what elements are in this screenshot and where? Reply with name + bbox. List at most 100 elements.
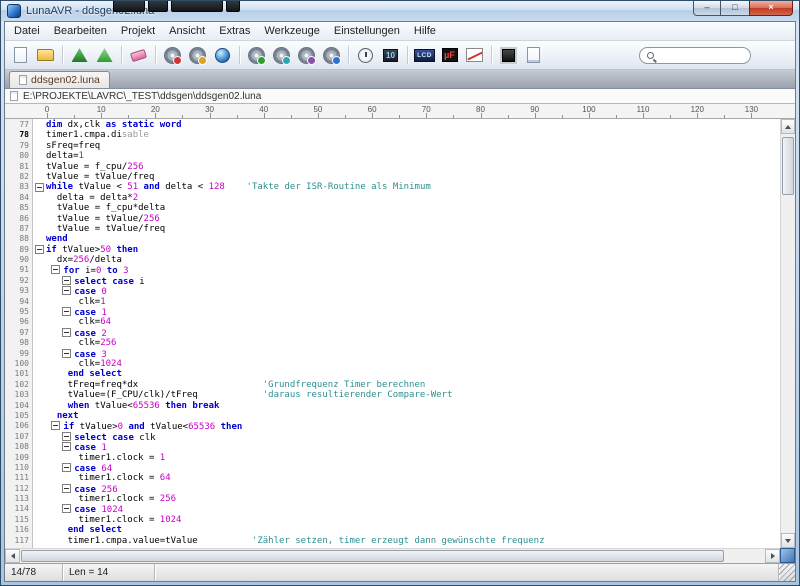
vertical-scroll-thumb[interactable] — [782, 137, 794, 195]
code-line[interactable]: 83while tValue < 51 and delta < 128 'Tak… — [5, 182, 780, 192]
recycle-icon[interactable] — [68, 44, 91, 67]
gear-red-icon[interactable] — [161, 44, 184, 67]
minimize-button[interactable]: – — [693, 1, 721, 16]
menu-einstellungen[interactable]: Einstellungen — [327, 23, 407, 39]
title-bar[interactable]: LunaAVR - ddsgen02.luna – □ × — [1, 1, 799, 21]
code-line[interactable]: 93 case 0 — [5, 286, 780, 296]
resize-grip[interactable] — [779, 564, 795, 581]
code-line[interactable]: 82tValue = tValue/freq — [5, 172, 780, 182]
code-line[interactable]: 90 dx=256/delta — [5, 255, 780, 265]
code-line[interactable]: 100 clk=1024 — [5, 359, 780, 369]
fold-toggle-icon[interactable] — [62, 432, 71, 441]
code-line[interactable]: 106 if tValue>0 and tValue<65536 then — [5, 421, 780, 431]
menu-projekt[interactable]: Projekt — [114, 23, 162, 39]
horizontal-scroll-thumb[interactable] — [21, 550, 724, 562]
code-editor[interactable]: 77dim dx,clk as static word78timer1.cmpa… — [5, 119, 795, 548]
code-line[interactable]: 91 for i=0 to 3 — [5, 265, 780, 275]
uf-icon[interactable]: µF — [438, 44, 461, 67]
fold-toggle-icon[interactable] — [62, 504, 71, 513]
fold-toggle-icon[interactable] — [35, 183, 44, 192]
new-file-icon[interactable] — [9, 44, 32, 67]
fold-toggle-icon[interactable] — [62, 442, 71, 451]
vertical-scrollbar[interactable] — [780, 119, 795, 548]
fold-toggle-icon[interactable] — [62, 276, 71, 285]
code-line[interactable]: 84 delta = delta*2 — [5, 193, 780, 203]
menu-datei[interactable]: Datei — [7, 23, 47, 39]
maximize-button[interactable]: □ — [721, 1, 749, 16]
code-line[interactable]: 107 select case clk — [5, 432, 780, 442]
code-line[interactable]: 108 case 1 — [5, 442, 780, 452]
horizontal-scroll-track[interactable] — [20, 549, 765, 563]
code-line[interactable]: 94 clk=1 — [5, 297, 780, 307]
code-line[interactable]: 80delta=1 — [5, 151, 780, 161]
gear-cyan-icon[interactable] — [270, 44, 293, 67]
fold-toggle-icon[interactable] — [62, 349, 71, 358]
globe-icon[interactable] — [211, 44, 234, 67]
tab-ddsgen02[interactable]: ddsgen02.luna — [9, 71, 110, 88]
code-line[interactable]: 99 case 3 — [5, 349, 780, 359]
code-line[interactable]: 110 case 64 — [5, 463, 780, 473]
code-line[interactable]: 77dim dx,clk as static word — [5, 120, 780, 130]
scroll-right-button[interactable] — [765, 549, 780, 563]
fold-toggle-icon[interactable] — [62, 484, 71, 493]
doc-icon[interactable] — [522, 44, 545, 67]
scroll-left-button[interactable] — [5, 549, 20, 563]
gear-green-icon[interactable] — [245, 44, 268, 67]
fold-toggle-icon[interactable] — [51, 421, 60, 430]
recycle-alt-icon[interactable] — [93, 44, 116, 67]
menu-hilfe[interactable]: Hilfe — [407, 23, 443, 39]
fold-toggle-icon[interactable] — [62, 328, 71, 337]
search-input[interactable] — [659, 50, 743, 61]
code-line[interactable]: 87 tValue = tValue/freq — [5, 224, 780, 234]
code-line[interactable]: 101 end select — [5, 369, 780, 379]
code-line[interactable]: 105 next — [5, 411, 780, 421]
avr-chip-icon[interactable] — [497, 44, 520, 67]
code-line[interactable]: 79sFreq=freq — [5, 141, 780, 151]
menu-bearbeiten[interactable]: Bearbeiten — [47, 23, 114, 39]
code-line[interactable]: 86 tValue = tValue/256 — [5, 214, 780, 224]
close-button[interactable]: × — [749, 1, 793, 16]
fold-toggle-icon[interactable] — [62, 307, 71, 316]
code-line[interactable]: 85 tValue = f_cpu*delta — [5, 203, 780, 213]
code-line[interactable]: 115 timer1.clock = 1024 — [5, 515, 780, 525]
code-line[interactable]: 117 timer1.cmpa.value=tValue 'Zähler set… — [5, 536, 780, 546]
code-line[interactable]: 111 timer1.clock = 64 — [5, 473, 780, 483]
vertical-scroll-track[interactable] — [781, 134, 795, 533]
code-line[interactable]: 114 case 1024 — [5, 504, 780, 514]
lcd-icon[interactable]: LCD — [413, 44, 436, 67]
menu-extras[interactable]: Extras — [212, 23, 257, 39]
scope-icon[interactable] — [463, 44, 486, 67]
code-line[interactable]: 78timer1.cmpa.disable — [5, 130, 780, 140]
code-line[interactable]: 97 case 2 — [5, 328, 780, 338]
horizontal-scrollbar[interactable] — [5, 548, 780, 563]
code-line[interactable]: 102 tFreq=freq*dx 'Grundfrequenz Timer b… — [5, 380, 780, 390]
scroll-down-button[interactable] — [781, 533, 795, 548]
fold-toggle-icon[interactable] — [35, 245, 44, 254]
menu-werkzeuge[interactable]: Werkzeuge — [257, 23, 326, 39]
code-line[interactable]: 113 timer1.clock = 256 — [5, 494, 780, 504]
gear-yellow-icon[interactable] — [186, 44, 209, 67]
gear-purple-icon[interactable] — [295, 44, 318, 67]
fold-toggle-icon[interactable] — [62, 286, 71, 295]
menu-ansicht[interactable]: Ansicht — [162, 23, 212, 39]
code-line[interactable]: 104 when tValue<65536 then break — [5, 401, 780, 411]
fold-toggle-icon[interactable] — [51, 265, 60, 274]
code-line[interactable]: 98 clk=256 — [5, 338, 780, 348]
code-line[interactable]: 88wend — [5, 234, 780, 244]
open-folder-icon[interactable] — [34, 44, 57, 67]
code-line[interactable]: 96 clk=64 — [5, 317, 780, 327]
clock-icon[interactable] — [354, 44, 377, 67]
fold-toggle-icon[interactable] — [62, 463, 71, 472]
code-line[interactable]: 112 case 256 — [5, 484, 780, 494]
code-line[interactable]: 81tValue = f_cpu/256 — [5, 162, 780, 172]
gear-blue-icon[interactable] — [320, 44, 343, 67]
code-line[interactable]: 95 case 1 — [5, 307, 780, 317]
code-line[interactable]: 109 timer1.clock = 1 — [5, 453, 780, 463]
hex-display-icon[interactable]: 10 — [379, 44, 402, 67]
code-line[interactable]: 92 select case i — [5, 276, 780, 286]
eraser-icon[interactable] — [127, 44, 150, 67]
scroll-up-button[interactable] — [781, 119, 795, 134]
code-line[interactable]: 103 tValue=(F_CPU/clk)/tFreq 'daraus res… — [5, 390, 780, 400]
code-line[interactable]: 89if tValue>50 then — [5, 245, 780, 255]
code-line[interactable]: 116 end select — [5, 525, 780, 535]
